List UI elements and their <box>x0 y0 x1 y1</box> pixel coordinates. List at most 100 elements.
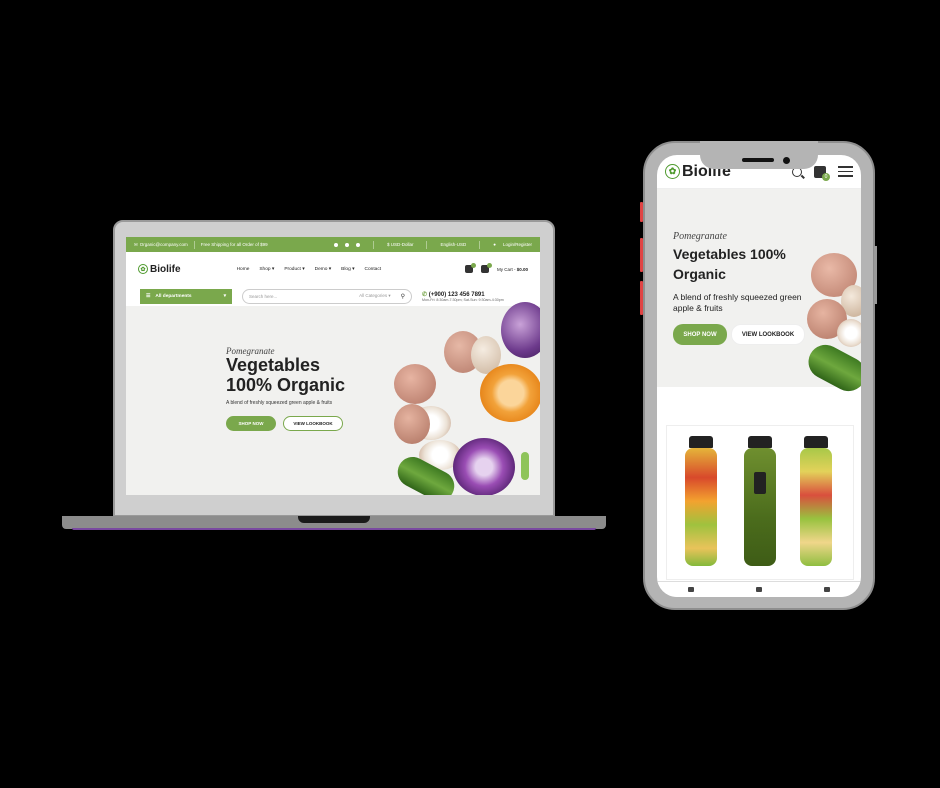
nav-demo[interactable]: Demo ▾ <box>315 267 332 272</box>
bottle-cap <box>804 436 828 448</box>
brand-name: Biolife <box>150 263 181 275</box>
mail-icon: ✉ <box>134 241 138 247</box>
nav-home[interactable]: Home <box>237 267 250 272</box>
menu-icon[interactable] <box>688 587 694 592</box>
cart-total: $0.00 <box>516 266 528 272</box>
main-nav: Home Shop ▾ Product ▾ Demo ▾ Blog ▾ Cont… <box>237 267 382 272</box>
hero-title-line1: Vegetables <box>226 355 321 375</box>
search-icon[interactable]: ⚲ <box>401 293 405 300</box>
pinterest-icon[interactable] <box>355 242 360 247</box>
phone-speaker <box>742 158 774 162</box>
search-row: ☰ All departments ▾ Search here... All C… <box>126 286 540 306</box>
divider <box>372 240 374 249</box>
phone-notch <box>700 141 818 169</box>
divider <box>193 240 195 249</box>
juice-bottle-fruit <box>685 448 717 566</box>
facebook-icon[interactable] <box>344 242 349 247</box>
pumpkin-half <box>480 364 540 422</box>
phone-contact: ✆ (+900) 123 456 7891 Mon-Fri: 8:30am-7:… <box>422 291 504 302</box>
phone-icon: ✆ <box>422 291 428 298</box>
cart-icon[interactable]: 0 <box>814 165 830 181</box>
login-register-link[interactable]: Login/Register <box>503 242 532 247</box>
showcase-stage: ✉ Organic@company.com Free Shipping for … <box>0 0 940 788</box>
currency-select[interactable]: $ USD-Dollar <box>387 242 414 247</box>
nav-product[interactable]: Product ▾ <box>284 267 304 272</box>
phone-camera <box>783 157 790 164</box>
onion-half <box>837 319 861 347</box>
nav-product-label: Product <box>284 266 301 272</box>
cart-count-badge: 0 <box>822 172 830 181</box>
search-input[interactable]: Search here... All Categories ▾ ⚲ <box>242 288 412 304</box>
twitter-icon[interactable] <box>333 242 338 247</box>
opening-hours: Mon-Fri: 8:30am-7:30pm; Sat-Sun: 9:30am-… <box>422 297 504 302</box>
cart-icon[interactable] <box>480 263 492 273</box>
leaf-icon: ✿ <box>665 164 680 179</box>
view-lookbook-button[interactable]: VIEW LOOKBOOK <box>283 415 343 431</box>
divider <box>426 240 428 249</box>
category-select[interactable]: All Categories ▾ <box>359 293 391 299</box>
nav-blog-label: Blog <box>341 266 351 272</box>
wishlist-icon[interactable] <box>464 263 476 273</box>
hero-buttons: SHOP NOW VIEW LOOKBOOK <box>226 415 345 431</box>
bottle-cap <box>748 436 772 448</box>
potato <box>394 404 430 444</box>
hero-banner: Pomegranate Vegetables 100% Organic A bl… <box>126 302 540 495</box>
hero-title-line2: Organic <box>673 266 726 283</box>
laptop-base-edge <box>72 528 596 530</box>
hero-content: Pomegranate Vegetables 100% Organic A bl… <box>226 346 345 431</box>
hero-title-line1: Vegetables 100% <box>673 246 786 262</box>
laptop-notch <box>298 516 370 523</box>
language-select[interactable]: English-USD <box>440 242 466 247</box>
site-logo[interactable]: ✿ Biolife <box>138 264 181 275</box>
bottle-label <box>754 472 766 494</box>
cart-label-text: My Cart - <box>496 266 516 272</box>
juice-bottle-mixed <box>800 448 832 566</box>
purple-cabbage <box>501 302 540 358</box>
nav-blog[interactable]: Blog ▾ <box>341 267 354 272</box>
chevron-down-icon: ▾ <box>223 293 226 299</box>
globe-icon[interactable] <box>824 587 830 592</box>
cart-label[interactable]: My Cart - $0.00 <box>497 267 528 272</box>
all-departments-button[interactable]: ☰ All departments ▾ <box>140 288 232 304</box>
cucumber <box>802 338 861 398</box>
category-label: All Categories <box>359 293 388 298</box>
potato <box>394 364 436 404</box>
menu-icon: ☰ <box>146 293 151 299</box>
hero-buttons: SHOP NOW VIEW LOOKBOOK <box>673 324 813 346</box>
nav-shop[interactable]: Shop ▾ <box>259 267 274 272</box>
mobile-hero-banner: Pomegranate Vegetables 100% Organic A bl… <box>657 189 861 398</box>
top-bar-email[interactable]: Organic@company.com <box>140 242 188 247</box>
nav-contact[interactable]: Contact <box>365 267 382 272</box>
nav-shop-label: Shop <box>259 266 271 272</box>
mobile-hero-content: Pomegranate Vegetables 100% Organic A bl… <box>673 231 813 346</box>
view-lookbook-button[interactable]: VIEW LOOKBOOK <box>731 324 805 346</box>
nav-demo-label: Demo <box>314 266 328 272</box>
mobile-bottom-bar <box>657 581 861 597</box>
departments-label: All departments <box>155 293 192 299</box>
product-card-juice-bottles[interactable] <box>666 425 854 580</box>
header-actions: My Cart - $0.00 <box>464 263 528 273</box>
free-shipping-text: Free Shipping for all Order of $99 <box>200 242 268 247</box>
search-placeholder: Search here... <box>249 293 278 299</box>
leaf-icon: ✿ <box>138 264 148 274</box>
shop-now-button[interactable]: SHOP NOW <box>226 415 276 431</box>
phone-screen: ✿ Biolife 0 Pomegranate Vegetables 100% … <box>657 155 861 597</box>
hero-title-line2: 100% Organic <box>226 374 346 395</box>
bottle-cap <box>689 436 713 448</box>
laptop-screen: ✉ Organic@company.com Free Shipping for … <box>126 237 540 495</box>
hero-subtitle: Pomegranate <box>673 231 727 242</box>
phone-number[interactable]: (+900) 123 456 7891 <box>429 292 485 298</box>
celery-stalk <box>521 452 529 480</box>
shop-now-button[interactable]: SHOP NOW <box>673 324 727 346</box>
purple-cabbage-half <box>453 438 515 495</box>
site-header: ✿ Biolife Home Shop ▾ Product ▾ Demo ▾ B… <box>126 252 540 286</box>
juice-bottle-green <box>744 448 776 566</box>
bag-icon[interactable] <box>756 587 762 592</box>
hero-description: A blend of freshly squeezed green apple … <box>226 399 333 406</box>
top-bar: ✉ Organic@company.com Free Shipping for … <box>126 237 540 252</box>
user-icon: ● <box>493 242 496 247</box>
hero-description: A blend of freshly squeezed green apple … <box>673 292 802 314</box>
divider <box>479 240 481 249</box>
phone-power-button <box>874 246 877 304</box>
hamburger-menu-icon[interactable] <box>838 166 853 177</box>
